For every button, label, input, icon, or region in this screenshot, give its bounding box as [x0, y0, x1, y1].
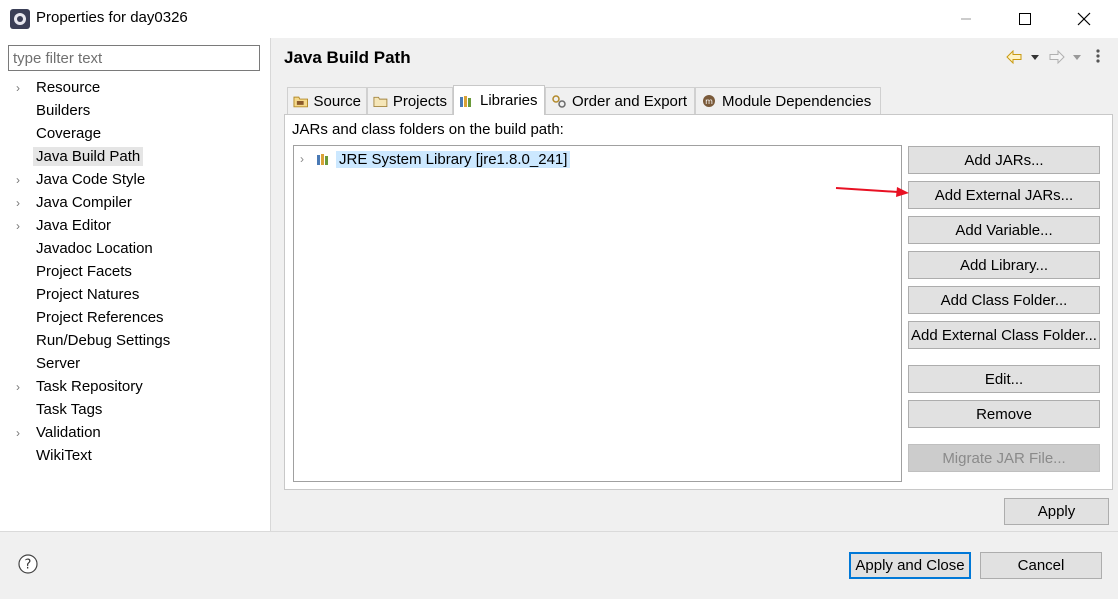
edit-button[interactable]: Edit... — [908, 365, 1100, 393]
nav-item-label: Java Compiler — [36, 194, 132, 211]
svg-text:m: m — [705, 97, 713, 106]
add-external-class-folder-button[interactable]: Add External Class Folder... — [908, 321, 1100, 349]
chevron-right-icon[interactable]: › — [300, 152, 312, 166]
nav-item-project-natures[interactable]: Project Natures — [16, 283, 266, 306]
tab-order-and-export[interactable]: Order and Export — [545, 87, 695, 114]
nav-item-builders[interactable]: Builders — [16, 99, 266, 122]
annotation-arrow-icon — [835, 187, 909, 197]
nav-item-coverage[interactable]: Coverage — [16, 122, 266, 145]
tab-module-dependencies[interactable]: m Module Dependencies — [695, 87, 881, 114]
chevron-right-icon[interactable]: › — [16, 196, 33, 210]
apply-button[interactable]: Apply — [1004, 498, 1109, 525]
chevron-right-icon[interactable]: › — [16, 173, 33, 187]
maximize-icon — [1019, 13, 1031, 25]
nav-item-java-code-style[interactable]: › Java Code Style — [16, 168, 266, 191]
tree-item-label: JRE System Library [jre1.8.0_241] — [336, 150, 571, 168]
add-class-folder-button[interactable]: Add Class Folder... — [908, 286, 1100, 314]
tree-item-jre-system-library[interactable]: › JRE System Library [jre1.8.0_241] — [300, 149, 571, 169]
tab-libraries[interactable]: Libraries — [453, 85, 545, 115]
apply-and-close-button[interactable]: Apply and Close — [849, 552, 971, 579]
chevron-right-icon[interactable]: › — [16, 380, 33, 394]
nav-item-project-references[interactable]: Project References — [16, 306, 266, 329]
add-library-button[interactable]: Add Library... — [908, 251, 1100, 279]
nav-item-server[interactable]: Server — [16, 352, 266, 375]
nav-item-label: Task Tags — [36, 401, 103, 418]
nav-item-label: Run/Debug Settings — [36, 332, 171, 349]
window-title: Properties for day0326 — [36, 9, 188, 26]
maximize-button[interactable] — [1002, 0, 1048, 38]
nav-item-javadoc-location[interactable]: Javadoc Location — [16, 237, 266, 260]
nav-item-java-compiler[interactable]: › Java Compiler — [16, 191, 266, 214]
chevron-right-icon[interactable]: › — [16, 219, 33, 233]
filter-input[interactable] — [8, 45, 260, 71]
cancel-button[interactable]: Cancel — [980, 552, 1102, 579]
tab-projects[interactable]: Projects — [367, 87, 453, 114]
eclipse-app-icon — [10, 9, 30, 29]
nav-item-task-repository[interactable]: › Task Repository — [16, 375, 266, 398]
chevron-right-icon[interactable]: › — [16, 81, 33, 95]
add-variable-button[interactable]: Add Variable... — [908, 216, 1100, 244]
nav-item-label: Coverage — [36, 125, 102, 142]
nav-item-label: Builders — [36, 102, 91, 119]
help-icon[interactable]: ? — [18, 554, 38, 574]
nav-item-label: Project References — [36, 309, 164, 326]
chevron-right-icon[interactable]: › — [16, 426, 33, 440]
nav-item-task-tags[interactable]: Task Tags — [16, 398, 266, 421]
nav-item-label: Java Code Style — [36, 171, 146, 188]
svg-text:?: ? — [25, 558, 32, 573]
tab-label: Source — [313, 92, 361, 110]
nav-item-project-facets[interactable]: Project Facets — [16, 260, 266, 283]
order-export-icon — [552, 95, 566, 108]
nav-item-label: Validation — [36, 424, 101, 441]
tab-label: Module Dependencies — [722, 92, 872, 110]
nav-item-validation[interactable]: › Validation — [16, 421, 266, 444]
nav-item-wikitext[interactable]: WikiText — [16, 444, 266, 467]
tab-label: Projects — [392, 92, 447, 110]
nav-item-resource[interactable]: › Resource — [16, 76, 266, 99]
nav-item-label: Server — [36, 355, 81, 372]
nav-item-java-build-path[interactable]: Java Build Path — [16, 145, 266, 168]
forward-arrow-icon[interactable] — [1049, 50, 1065, 64]
tab-label: Order and Export — [572, 92, 688, 110]
libraries-description: JARs and class folders on the build path… — [292, 121, 564, 138]
page-title: Java Build Path — [284, 48, 411, 67]
nav-item-label: Javadoc Location — [36, 240, 153, 257]
nav-item-label: Java Editor — [36, 217, 112, 234]
nav-item-label: Java Build Path — [33, 147, 144, 166]
nav-item-java-editor[interactable]: › Java Editor — [16, 214, 266, 237]
library-icon — [317, 154, 328, 165]
libraries-icon — [460, 95, 471, 107]
close-button[interactable] — [1061, 0, 1107, 38]
module-icon: m — [703, 95, 715, 107]
migrate-jar-button: Migrate JAR File... — [908, 444, 1100, 472]
projects-icon — [373, 96, 388, 108]
nav-item-label: Project Facets — [36, 263, 132, 280]
back-arrow-icon[interactable] — [1006, 50, 1022, 64]
build-path-tree[interactable] — [293, 145, 902, 482]
source-folder-icon — [293, 96, 308, 108]
nav-item-run-debug-settings[interactable]: Run/Debug Settings — [16, 329, 266, 352]
remove-button[interactable]: Remove — [908, 400, 1100, 428]
back-dropdown-icon[interactable] — [1030, 53, 1040, 61]
nav-item-label: WikiText — [36, 447, 92, 464]
add-external-jars-button[interactable]: Add External JARs... — [908, 181, 1100, 209]
minimize-button[interactable] — [943, 0, 989, 38]
close-icon — [1077, 12, 1091, 26]
nav-item-label: Resource — [36, 79, 101, 96]
view-menu-icon[interactable] — [1094, 48, 1102, 64]
forward-dropdown-icon[interactable] — [1072, 53, 1082, 61]
add-jars-button[interactable]: Add JARs... — [908, 146, 1100, 174]
tab-label: Libraries — [480, 92, 538, 109]
minimize-icon — [961, 18, 971, 20]
nav-item-label: Project Natures — [36, 286, 140, 303]
tab-source[interactable]: Source — [287, 87, 367, 114]
nav-item-label: Task Repository — [36, 378, 143, 395]
